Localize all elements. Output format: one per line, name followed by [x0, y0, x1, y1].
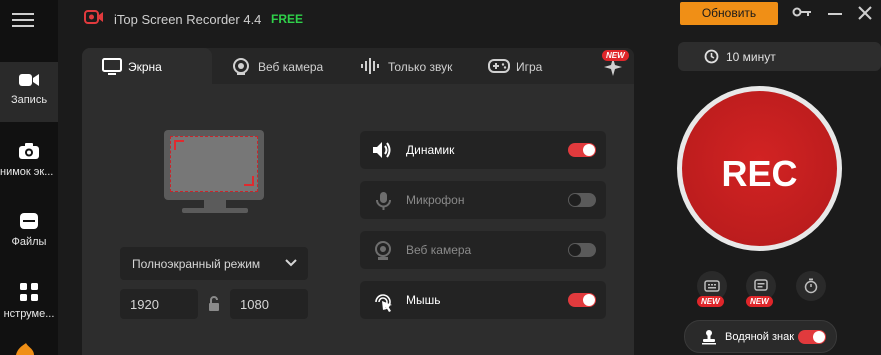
- sidebar: Запись нимок эк... Файлы нструме...: [0, 0, 58, 355]
- clock-icon: [704, 49, 719, 64]
- caption-icon: [754, 279, 768, 291]
- camera-icon: [19, 143, 39, 159]
- webcam-icon: [375, 241, 391, 260]
- flame-icon: [16, 343, 34, 355]
- mouse-row: Мышь: [360, 281, 606, 319]
- corner-mark: [174, 140, 184, 150]
- webcam-label: Веб камера: [406, 243, 472, 257]
- record-panel: Экрна Веб камера Только звук Игра NEW По…: [82, 48, 634, 355]
- stopwatch-icon: [804, 278, 818, 294]
- speaker-row: Динамик: [360, 131, 606, 169]
- webcam-toggle[interactable]: [568, 243, 596, 257]
- sidebar-item-label: Запись: [10, 94, 48, 106]
- sidebar-item-label: Файлы: [11, 236, 47, 248]
- microphone-row: Микрофон: [360, 181, 606, 219]
- rec-button[interactable]: REC: [677, 86, 842, 251]
- chevron-down-icon: [285, 259, 297, 267]
- width-input[interactable]: 1920: [120, 289, 198, 319]
- monitor-icon: [102, 58, 122, 75]
- minimize-icon[interactable]: [828, 12, 842, 16]
- title-bar: iTop Screen Recorder 4.4 FREE: [58, 0, 668, 40]
- monitor-base: [182, 208, 248, 213]
- sidebar-item-record[interactable]: Запись: [0, 62, 58, 122]
- capture-mode-value: Полноэкранный режим: [132, 257, 261, 271]
- new-badge: NEW: [602, 50, 629, 61]
- microphone-label: Микрофон: [406, 193, 465, 207]
- mouse-click-icon: [375, 294, 392, 312]
- tab-webcam[interactable]: Веб камера: [222, 48, 342, 84]
- sound-wave-icon: [361, 58, 379, 74]
- video-camera-icon: [19, 74, 39, 86]
- height-input[interactable]: 1080: [230, 289, 308, 319]
- timer-limit[interactable]: 10 минут: [678, 42, 881, 71]
- tab-game[interactable]: Игра: [480, 48, 580, 84]
- rec-button-face: REC: [682, 91, 837, 246]
- mouse-toggle[interactable]: [568, 293, 596, 307]
- tab-label: Экрна: [128, 60, 162, 74]
- menu-icon[interactable]: [12, 10, 34, 28]
- speaker-label: Динамик: [406, 143, 455, 157]
- mouse-label: Мышь: [406, 293, 441, 307]
- tab-screen[interactable]: Экрна: [82, 48, 212, 84]
- watermark-toggle[interactable]: [798, 330, 826, 344]
- app-logo-icon: [84, 10, 103, 24]
- screen-preview[interactable]: [164, 130, 264, 200]
- update-button[interactable]: Обновить: [680, 2, 778, 25]
- schedule-button[interactable]: [796, 271, 826, 301]
- speaker-toggle[interactable]: [568, 143, 596, 157]
- sidebar-item-tools[interactable]: нструме...: [0, 280, 58, 340]
- capture-mode-dropdown[interactable]: Полноэкранный режим: [120, 247, 308, 280]
- watermark-label: Водяной знак: [725, 331, 795, 343]
- lock-icon[interactable]: [208, 296, 220, 312]
- edition-badge: FREE: [271, 12, 304, 26]
- monitor-stand: [204, 200, 226, 208]
- mode-tabs: Экрна Веб камера Только звук Игра: [82, 48, 634, 84]
- tab-audio-only[interactable]: Только звук: [352, 48, 470, 84]
- tab-label: Только звук: [388, 60, 453, 74]
- close-icon[interactable]: [858, 6, 872, 20]
- gamepad-icon: [488, 59, 510, 73]
- watermark-control[interactable]: Водяной знак: [684, 320, 837, 353]
- microphone-icon: [376, 192, 391, 210]
- sidebar-item-label: нструме...: [3, 308, 55, 320]
- window-controls: Обновить: [668, 0, 881, 30]
- tab-label: Веб камера: [258, 60, 324, 74]
- new-badge: NEW: [746, 296, 773, 307]
- webcam-row: Веб камера: [360, 231, 606, 269]
- webcam-icon: [233, 58, 249, 75]
- sidebar-item-screenshot[interactable]: нимок эк...: [0, 140, 58, 200]
- folder-icon: [20, 213, 38, 229]
- rec-label: REC: [721, 153, 798, 194]
- sidebar-item-files[interactable]: Файлы: [0, 210, 58, 270]
- corner-mark: [244, 176, 254, 186]
- keyboard-icon: [704, 280, 720, 292]
- tab-label: Игра: [516, 60, 543, 74]
- new-badge: NEW: [697, 296, 724, 307]
- stamp-icon: [702, 330, 716, 345]
- key-icon[interactable]: [792, 6, 812, 18]
- app-title: iTop Screen Recorder 4.4: [114, 12, 262, 27]
- sidebar-item-label: нимок эк...: [0, 166, 54, 178]
- tools-grid-icon: [20, 283, 38, 301]
- speaker-icon: [373, 142, 391, 158]
- timer-value: 10 минут: [726, 50, 776, 64]
- microphone-toggle[interactable]: [568, 193, 596, 207]
